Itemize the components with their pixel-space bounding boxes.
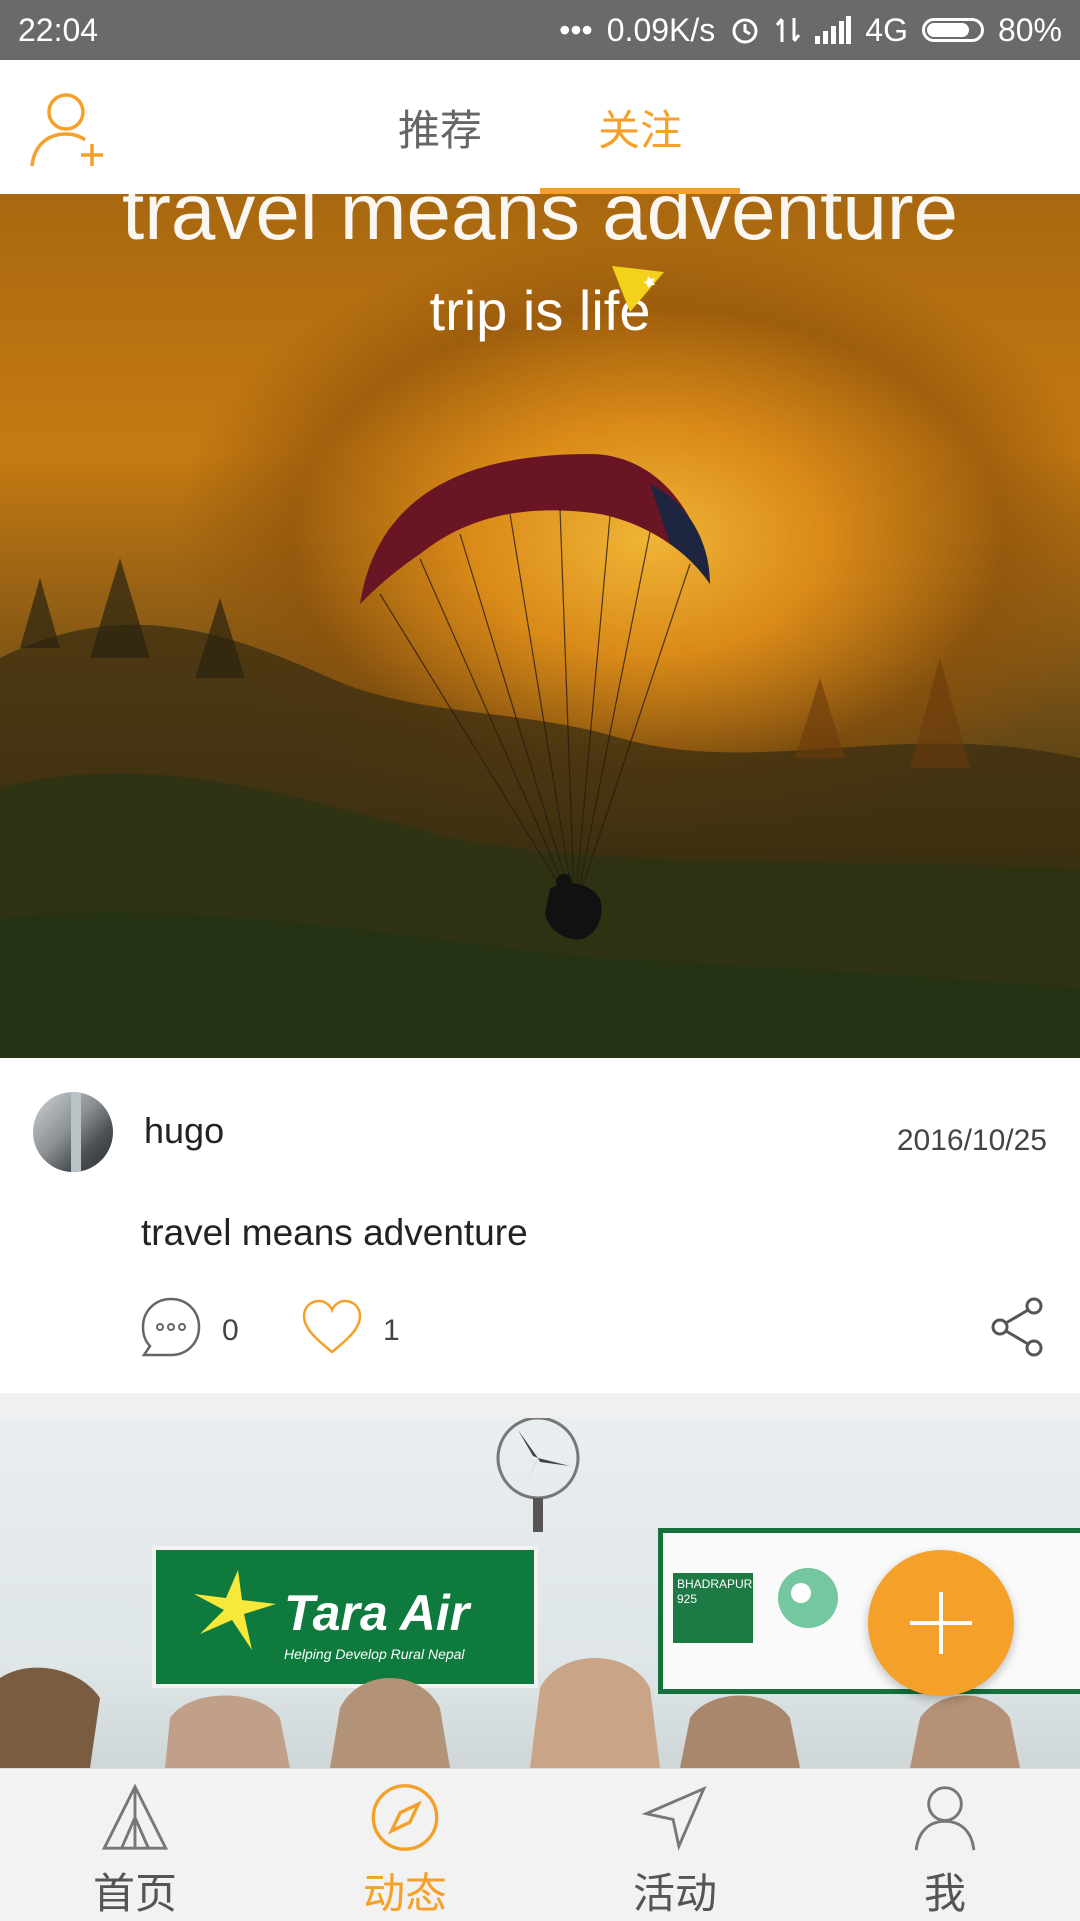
nav-item-me[interactable]: 我 — [810, 1769, 1080, 1921]
wall-fan-illustration — [496, 1418, 580, 1532]
post-text: travel means adventure — [141, 1212, 528, 1253]
bhadrapur-label: BHADRAPUR — [677, 1577, 753, 1591]
comment-icon[interactable] — [140, 1296, 202, 1358]
network-type: 4G — [865, 11, 908, 48]
image-caption: travel means adventure — [121, 194, 958, 256]
brand-flag-icon — [612, 266, 664, 312]
network-speed: 0.09K/s — [606, 11, 716, 48]
post-image[interactable]: travel means adventure trip is life — [0, 194, 1080, 1058]
image-brand: trip is life — [429, 279, 651, 342]
compass-icon — [371, 1784, 439, 1851]
nav-label-me: 我 — [923, 1870, 966, 1917]
nav-item-home[interactable]: 首页 — [0, 1769, 270, 1921]
post-actions: 0 1 — [0, 1296, 1080, 1376]
airline-logo-icon — [778, 1568, 838, 1628]
nav-label-activity: 活动 — [632, 1870, 717, 1917]
share-icon[interactable] — [988, 1296, 1048, 1358]
post-divider — [0, 1393, 1080, 1418]
signal-icon — [815, 16, 852, 44]
flight-number: 925 — [677, 1592, 698, 1606]
more-dots-icon: ••• — [559, 11, 593, 48]
nav-label-home: 首页 — [92, 1870, 177, 1917]
nav-label-feed: 动态 — [362, 1870, 447, 1917]
comment-count: 0 — [222, 1314, 239, 1347]
bottom-nav: 首页 动态 活动 我 — [0, 1768, 1080, 1921]
user-icon — [914, 1786, 976, 1851]
post-date: 2016/10/25 — [896, 1124, 1047, 1157]
post-card: hugo 2016/10/25 travel means adventure 0… — [0, 1058, 1080, 1393]
status-bar: 22:04 ••• 0.09K/s 4G 80% — [0, 0, 1080, 60]
status-time: 22:04 — [18, 11, 99, 48]
tent-icon — [101, 1783, 169, 1850]
battery-percent: 80% — [997, 11, 1062, 48]
bhadrapur-board: BHADRAPUR 925 — [673, 1573, 753, 1643]
alarm-icon — [729, 14, 761, 46]
plus-icon — [910, 1592, 972, 1654]
battery-icon — [921, 18, 984, 42]
tab-recommend[interactable]: 推荐 — [340, 60, 540, 194]
sign-title: Tara Air — [284, 1585, 470, 1641]
avatar[interactable] — [33, 1092, 113, 1172]
add-post-button[interactable] — [868, 1550, 1014, 1696]
heart-icon[interactable] — [300, 1298, 364, 1356]
like-count: 1 — [383, 1314, 400, 1347]
navigation-icon — [641, 1785, 707, 1852]
add-user-icon[interactable] — [26, 86, 116, 176]
nav-item-activity[interactable]: 活动 — [540, 1769, 810, 1921]
username[interactable]: hugo — [144, 1110, 224, 1152]
paraglider-illustration — [360, 454, 710, 940]
nav-item-feed[interactable]: 动态 — [270, 1769, 540, 1921]
top-header: 推荐 关注 — [0, 60, 1080, 195]
data-transfer-icon — [775, 14, 801, 46]
tab-follow[interactable]: 关注 — [540, 60, 740, 194]
status-indicators: ••• 0.09K/s 4G 80% — [559, 12, 1062, 49]
